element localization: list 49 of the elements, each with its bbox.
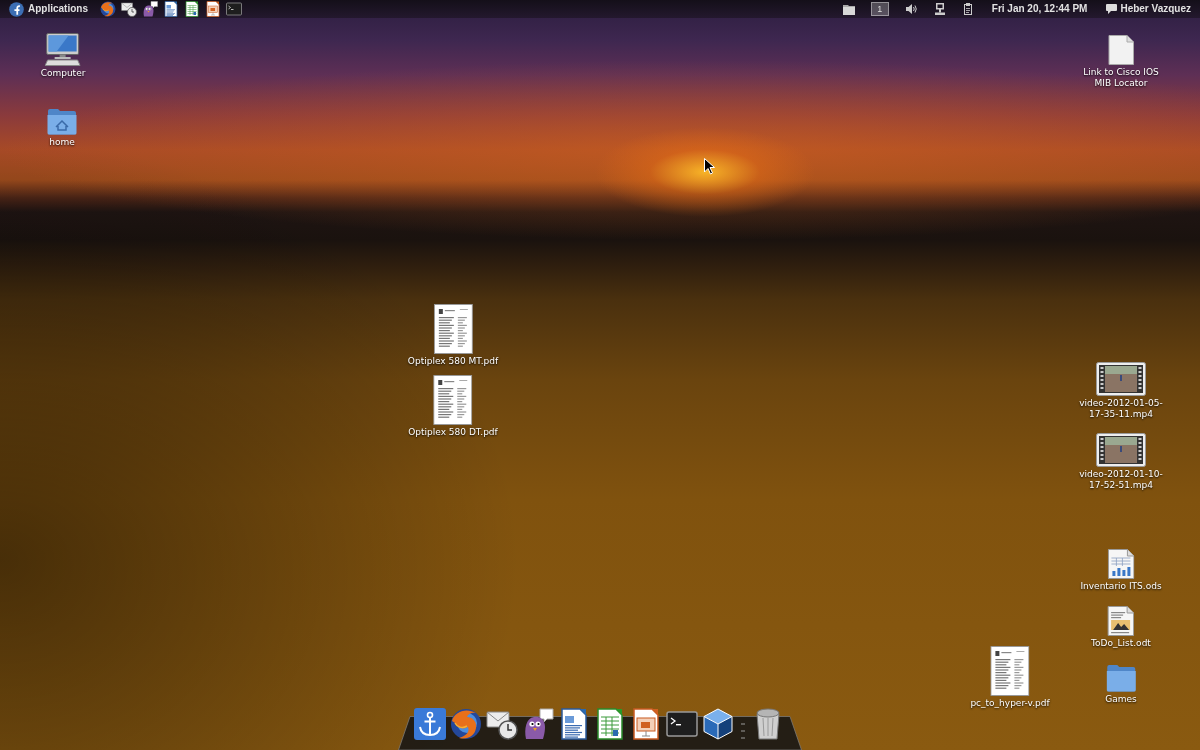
text-document-icon[interactable] [163,1,179,17]
folder-icon[interactable] [842,3,855,15]
globe-icon[interactable] [450,708,482,740]
mouse-pointer-icon [704,158,715,175]
anchor-icon[interactable] [414,708,446,740]
desktop-shortcut[interactable]: Games [1105,664,1137,705]
desktop-shortcut[interactable]: video-2012-01-05-17-35-11.mp4 [1077,362,1165,420]
film-strip-icon [1096,362,1146,396]
speaker-icon[interactable] [905,4,917,14]
text-document-icon[interactable] [558,708,590,740]
slide-document-icon[interactable] [205,1,221,17]
cube-icon[interactable] [702,708,734,740]
dock-separator [738,721,748,741]
desktop-shortcut[interactable]: video-2012-01-10-17-52-51.mp4 [1077,433,1165,491]
desktop-shortcut[interactable]: home [47,108,77,148]
document-page-icon [433,304,473,354]
envelope-clock-icon[interactable] [121,1,137,17]
spreadsheet-file-icon [1107,549,1135,579]
home-folder-icon [47,108,77,135]
spreadsheet-icon[interactable] [594,708,626,740]
document-file-icon [1107,606,1135,636]
workspace-button[interactable]: 1 [870,2,889,16]
desktop-shortcut[interactable]: Computer [40,33,86,79]
document-page-icon [433,375,473,425]
desktop-shortcut[interactable]: Link to Cisco IOS MIB Locator [1079,35,1163,89]
terminal-icon[interactable] [666,708,698,740]
bird-icon[interactable] [142,1,158,17]
applications-menu[interactable]: Applications [28,3,88,15]
film-strip-icon [1096,433,1146,467]
slide-document-icon[interactable] [630,708,662,740]
desktop-shortcut[interactable]: pc_to_hyper-v.pdf [970,646,1050,709]
monitor-icon [45,33,81,66]
globe-icon[interactable] [100,1,116,17]
circle-logo-icon[interactable] [9,1,24,17]
bird-icon[interactable] [522,708,554,740]
clipboard-icon[interactable] [963,3,972,15]
desktop-shortcut[interactable]: Inventario ITS.ods [1080,549,1162,592]
network-icon[interactable] [934,3,945,15]
desktop-shortcut[interactable]: ToDo_List.odt [1091,606,1151,649]
clock[interactable]: Fri Jan 20, 12:44 PM [991,3,1088,15]
spreadsheet-icon[interactable] [184,1,200,17]
desktop-shortcut[interactable]: Optiplex 580 DT.pdf [408,375,498,438]
terminal-icon[interactable] [226,1,242,17]
user-menu[interactable]: Heber Vazquez [1106,3,1191,15]
document-page-icon [990,646,1030,696]
blank-page-icon [1108,35,1134,65]
envelope-clock-icon[interactable] [486,708,518,740]
desktop-shortcut[interactable]: Optiplex 580 MT.pdf [407,304,499,367]
speech-bubble-icon [1106,4,1118,14]
